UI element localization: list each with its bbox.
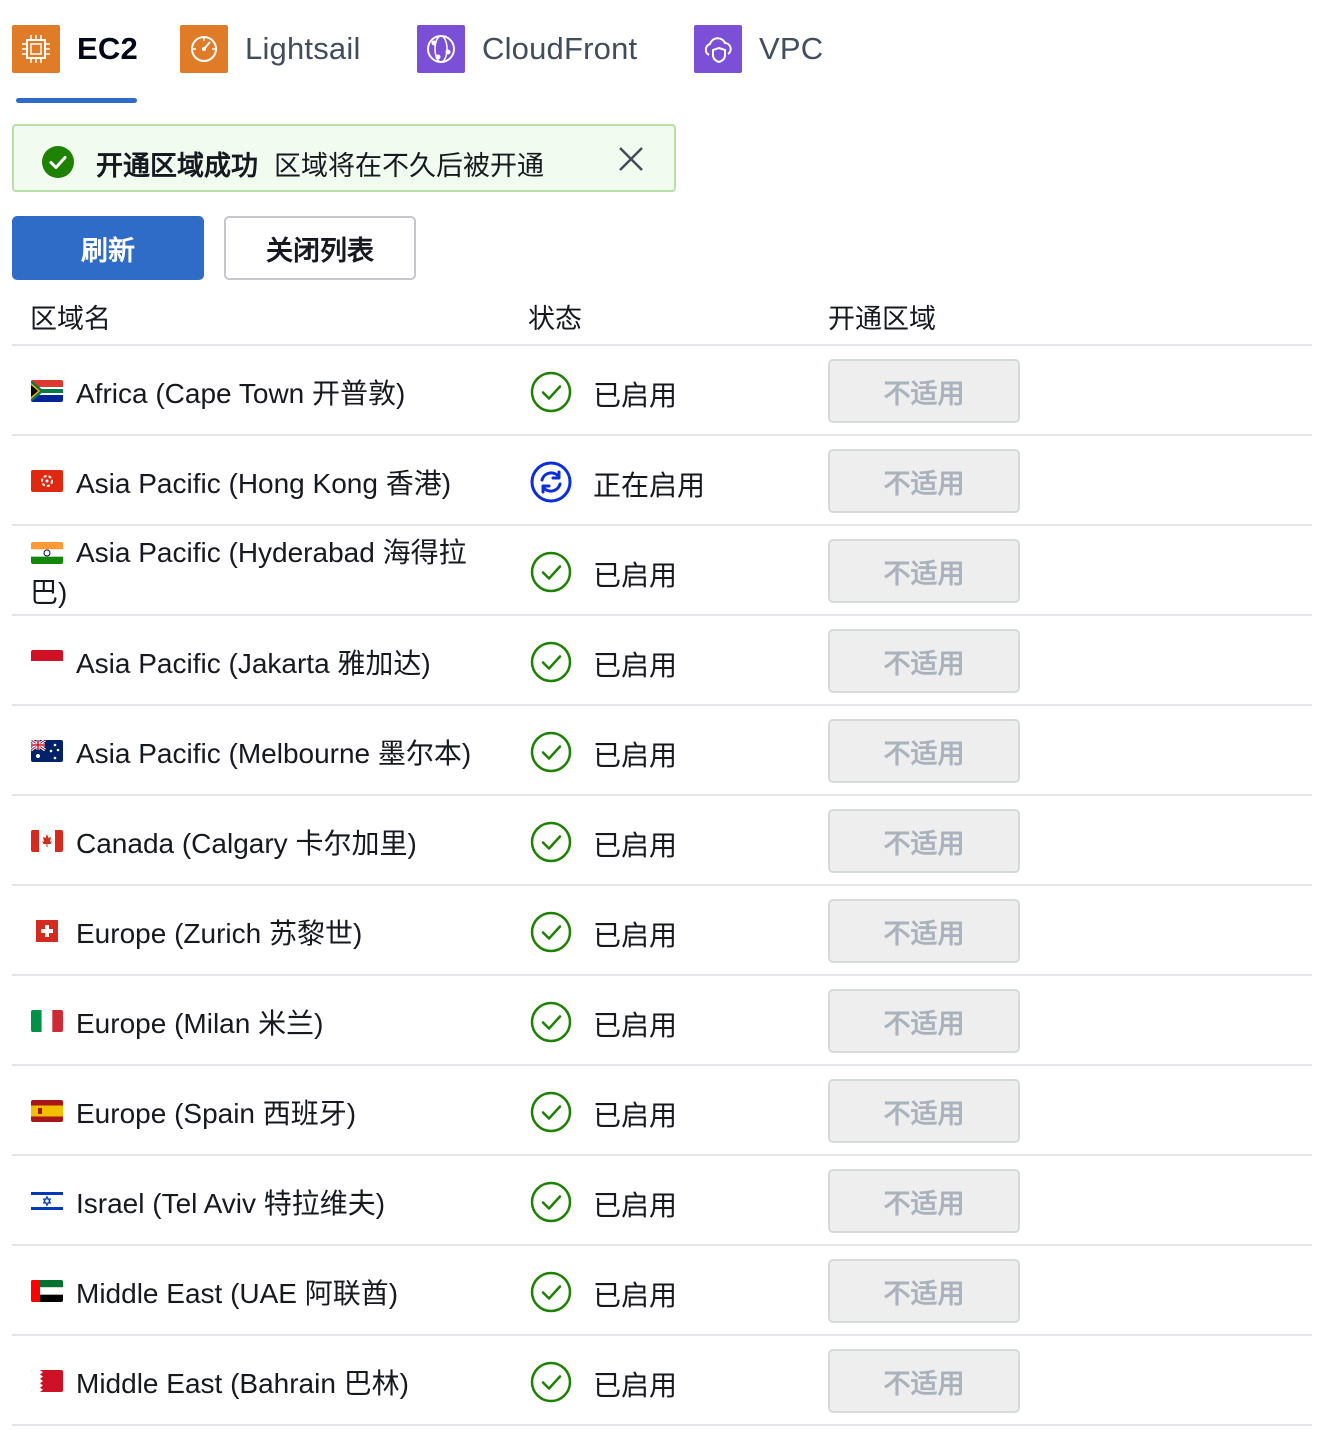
table-row: Asia Pacific (Hyderabad 海得拉巴) 已启用 不适用 (12, 526, 1312, 616)
table-row: Europe (Milan 米兰) 已启用 不适用 (12, 976, 1312, 1066)
spain-flag-icon (31, 1100, 63, 1122)
success-check-icon (42, 146, 74, 178)
israel-flag-icon (31, 1190, 63, 1212)
status-text: 已启用 (593, 1100, 678, 1131)
check-circle-icon (530, 1271, 572, 1313)
vpc-icon (694, 25, 742, 73)
enable-region-button[interactable]: 不适用 (828, 1259, 1020, 1323)
check-circle-icon (530, 1091, 572, 1133)
region-name: Asia Pacific (Jakarta 雅加达) (76, 648, 431, 679)
column-header-status: 状态 (528, 304, 582, 334)
enable-region-button[interactable]: 不适用 (828, 989, 1020, 1053)
refresh-status-icon (530, 461, 572, 503)
region-name: Europe (Spain 西班牙) (76, 1098, 357, 1129)
uae-flag-icon (31, 1280, 63, 1302)
region-name: Europe (Zurich 苏黎世) (76, 918, 363, 949)
close-list-button[interactable]: 关闭列表 (224, 216, 416, 280)
close-icon[interactable] (616, 144, 646, 174)
check-circle-icon (530, 371, 572, 413)
tab-label-lightsail: Lightsail (245, 31, 361, 66)
status-text: 已启用 (593, 1280, 678, 1311)
check-circle-icon (530, 911, 572, 953)
status-text: 已启用 (593, 560, 678, 591)
tab-label-cloudfront: CloudFront (482, 31, 638, 66)
region-name: Asia Pacific (Melbourne 墨尔本) (76, 738, 472, 769)
status-text: 已启用 (593, 830, 678, 861)
enable-region-button[interactable]: 不适用 (828, 809, 1020, 873)
enable-region-button[interactable]: 不适用 (828, 1079, 1020, 1143)
table-row: Europe (Spain 西班牙) 已启用 不适用 (12, 1066, 1312, 1156)
region-name: Middle East (Bahrain 巴林) (76, 1368, 410, 1399)
region-name: Asia Pacific (Hong Kong 香港) (76, 468, 452, 499)
bahrain-flag-icon (31, 1370, 63, 1392)
table-row: Asia Pacific (Hong Kong 香港) 正在启用 不适用 (12, 436, 1312, 526)
check-circle-icon (530, 731, 572, 773)
tab-label-vpc: VPC (759, 31, 824, 66)
check-circle-icon (530, 821, 572, 863)
region-name: Africa (Cape Town 开普敦) (76, 378, 406, 409)
service-tabs: EC2 Lightsail CloudFront VPC (12, 24, 1312, 104)
active-tab-indicator (16, 98, 137, 103)
enable-region-button[interactable]: 不适用 (828, 539, 1020, 603)
enable-region-button[interactable]: 不适用 (828, 1349, 1020, 1413)
region-name: Europe (Milan 米兰) (76, 1008, 324, 1039)
enable-region-button[interactable]: 不适用 (828, 629, 1020, 693)
table-row: Canada (Calgary 卡尔加里) 已启用 不适用 (12, 796, 1312, 886)
table-row: Africa (Cape Town 开普敦) 已启用 不适用 (12, 346, 1312, 436)
table-row: Middle East (Bahrain 巴林) 已启用 不适用 (12, 1336, 1312, 1426)
ec2-icon (12, 25, 60, 73)
australia-flag-icon (31, 740, 63, 762)
refresh-button[interactable]: 刷新 (12, 216, 204, 280)
region-name: Israel (Tel Aviv 特拉维夫) (76, 1188, 386, 1219)
status-text: 已启用 (593, 920, 678, 951)
status-text: 已启用 (593, 1010, 678, 1041)
switzerland-flag-icon (31, 920, 63, 942)
region-name: Middle East (UAE 阿联酋) (76, 1278, 399, 1309)
tab-cloudfront[interactable]: CloudFront (417, 24, 637, 74)
table-row: Asia Pacific (Jakarta 雅加达) 已启用 不适用 (12, 616, 1312, 706)
column-header-region-name: 区域名 (30, 304, 111, 334)
enable-region-button[interactable]: 不适用 (828, 719, 1020, 783)
enable-region-button[interactable]: 不适用 (828, 899, 1020, 963)
enable-region-button[interactable]: 不适用 (828, 1169, 1020, 1233)
cloudfront-icon (417, 25, 465, 73)
check-circle-icon (530, 1181, 572, 1223)
canada-flag-icon (31, 830, 63, 852)
check-circle-icon (530, 1361, 572, 1403)
lightsail-icon (180, 25, 228, 73)
tab-vpc[interactable]: VPC (694, 24, 823, 74)
table-row: Asia Pacific (Melbourne 墨尔本) 已启用 不适用 (12, 706, 1312, 796)
table-row: Middle East (UAE 阿联酋) 已启用 不适用 (12, 1246, 1312, 1336)
status-text: 已启用 (593, 650, 678, 681)
status-text: 已启用 (593, 740, 678, 771)
check-circle-icon (530, 641, 572, 683)
region-name: Asia Pacific (Hyderabad 海得拉巴) (30, 537, 467, 608)
enable-region-button[interactable]: 不适用 (828, 449, 1020, 513)
south-africa-flag-icon (31, 380, 63, 402)
status-text: 已启用 (593, 1190, 678, 1221)
success-flashbar: 开通区域成功 区域将在不久后被开通 (12, 124, 676, 192)
italy-flag-icon (31, 1010, 63, 1032)
status-text: 已启用 (593, 1370, 678, 1401)
tab-ec2[interactable]: EC2 (12, 24, 138, 74)
check-circle-icon (530, 551, 572, 593)
region-name: Canada (Calgary 卡尔加里) (76, 828, 417, 859)
flash-title: 开通区域成功 (96, 151, 258, 181)
table-row: Europe (Zurich 苏黎世) 已启用 不适用 (12, 886, 1312, 976)
flash-message: 区域将在不久后被开通 (274, 151, 544, 181)
column-header-enable-region: 开通区域 (828, 304, 936, 334)
tab-lightsail[interactable]: Lightsail (180, 24, 361, 74)
table-row: Israel (Tel Aviv 特拉维夫) 已启用 不适用 (12, 1156, 1312, 1246)
indonesia-flag-icon (31, 650, 63, 672)
status-text: 正在启用 (593, 470, 706, 501)
check-circle-icon (530, 1001, 572, 1043)
hong-kong-flag-icon (31, 470, 63, 492)
tab-label-ec2: EC2 (77, 31, 138, 66)
enable-region-button[interactable]: 不适用 (828, 359, 1020, 423)
status-text: 已启用 (593, 380, 678, 411)
